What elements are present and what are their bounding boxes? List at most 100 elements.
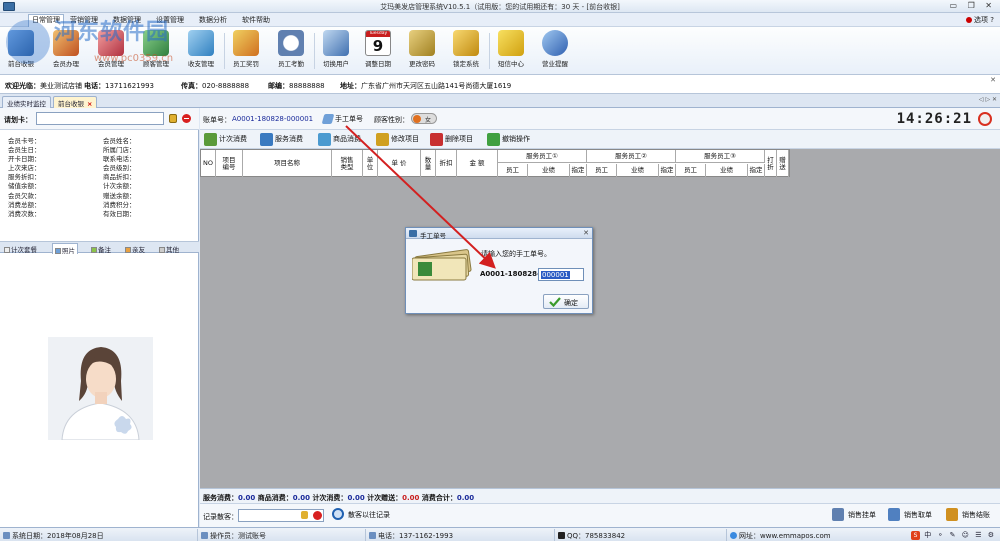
service-consume-button[interactable]: 服务消费	[260, 133, 303, 147]
column-staff-group[interactable]: 服务员工②	[587, 150, 676, 163]
user-icon	[201, 532, 208, 539]
column-gift[interactable]: 赠 送	[777, 150, 789, 177]
column-no[interactable]: NO	[201, 150, 216, 177]
menu-settings[interactable]: 设置管理	[156, 15, 184, 25]
subtab-relatives[interactable]: 亲友	[123, 243, 147, 254]
website[interactable]: 网址：www.emmapos.com	[730, 531, 831, 541]
column-staff-group[interactable]: 服务员工①	[498, 150, 587, 163]
menu-analysis[interactable]: 数据分析	[199, 15, 227, 25]
column-staff-sub[interactable]: 员工	[587, 164, 617, 177]
ribbon-finance-button[interactable]: 收支管理	[184, 29, 218, 73]
ribbon-change-password-button[interactable]: 更改密码	[405, 29, 439, 73]
delete-item-button[interactable]: 删除项目	[430, 133, 473, 147]
undo-button[interactable]: 撤销操作	[487, 133, 530, 147]
ribbon-sms-button[interactable]: 短信中心	[494, 29, 528, 73]
column-staff-sub[interactable]: 指定	[748, 164, 765, 177]
count-consume-icon	[204, 133, 217, 146]
package-icon	[4, 247, 10, 253]
subtab-other[interactable]: 其他	[157, 243, 181, 254]
gender-toggle[interactable]: 女	[411, 113, 437, 124]
column-staff-sub[interactable]: 员工	[498, 164, 528, 177]
ribbon-reminder-button[interactable]: 营业提醒	[538, 29, 572, 73]
options-menu[interactable]: 选项 ?	[966, 15, 994, 25]
total-value: 0.00	[402, 494, 420, 502]
consumption-grid-header: NO 项目 编号 项目名称 销售 类型单 位单 价数 量折扣金 额服务员工① 员工 业绩指…	[200, 149, 790, 177]
lock-icon[interactable]	[301, 511, 308, 519]
ribbon-cashier-button[interactable]: 前台收银	[4, 29, 38, 73]
ribbon-adjust-date-button[interactable]: Tuesday 9 调整日期	[361, 29, 395, 73]
close-icon[interactable]: ✕	[990, 76, 996, 84]
menu-data[interactable]: 数据管理	[113, 15, 141, 25]
member-info-row: 会员生日： 所属门店：	[8, 144, 193, 154]
reward-icon	[233, 30, 259, 56]
column-item-name[interactable]: 项目名称	[243, 150, 332, 177]
column-staff-sub[interactable]: 业绩	[528, 164, 570, 177]
system-tray[interactable]: S 中 ⚬ ✎ ☺ ☰ ⚙	[911, 530, 996, 540]
take-order-button[interactable]: 销售取单	[888, 508, 932, 521]
total-label: 服务消费：	[203, 494, 238, 502]
ribbon-reward-button[interactable]: 员工奖罚	[229, 29, 263, 73]
help-icon[interactable]: ?	[990, 16, 994, 24]
ribbon-switch-user-button[interactable]: 切换用户	[319, 29, 353, 73]
column-sale-type[interactable]: 销售 类型	[332, 150, 363, 177]
column-amount[interactable]: 金 额	[457, 150, 498, 177]
member-field-label: 消费次数：	[8, 209, 41, 218]
subtab-count-package[interactable]: 计次套餐	[2, 243, 39, 254]
ribbon-customer-button[interactable]: 顾客管理	[139, 29, 173, 73]
phone-icon	[369, 532, 376, 539]
edit-item-button[interactable]: 修改项目	[376, 133, 419, 147]
lock-icon[interactable]	[169, 114, 177, 123]
count-consume-button[interactable]: 计次消费	[204, 133, 247, 147]
menu-marketing[interactable]: 营销管理	[70, 15, 98, 25]
clear-icon[interactable]	[313, 511, 322, 520]
ok-button[interactable]: 确定	[543, 294, 589, 309]
card-input[interactable]	[36, 112, 164, 125]
ribbon-member-add-button[interactable]: 会员办理	[49, 29, 83, 73]
tabs-nav-icons[interactable]: ◁ ▷ ✕	[979, 96, 997, 103]
column-print[interactable]: 打 折	[765, 150, 777, 177]
tab-performance-monitor[interactable]: 业绩实时监控	[2, 96, 51, 108]
window-controls[interactable]: ▭ ❐ ✕	[949, 1, 996, 10]
column-staff-sub[interactable]: 业绩	[706, 164, 748, 177]
product-consume-button[interactable]: 商品消费	[318, 133, 361, 147]
ribbon-lock-system-button[interactable]: 锁定系统	[449, 29, 483, 73]
column-staff-group[interactable]: 服务员工③	[676, 150, 765, 163]
column-quantity[interactable]: 数 量	[421, 150, 436, 177]
ribbon-member-manage-button[interactable]: 会员管理	[94, 29, 128, 73]
manual-number-input[interactable]: 000001	[538, 268, 584, 281]
dialog-close-icon[interactable]: ✕	[583, 229, 589, 237]
support-qq: QQ：785833842	[558, 531, 625, 541]
tab-close-icon[interactable]: ×	[87, 100, 92, 108]
tab-front-cashier[interactable]: 前台收银 ×	[53, 96, 98, 108]
column-staff-sub[interactable]: 指定	[659, 164, 676, 177]
reminder-icon	[542, 30, 568, 56]
walkin-input[interactable]	[238, 509, 324, 522]
column-item-code[interactable]: 项目 编号	[216, 150, 243, 177]
column-staff-sub[interactable]: 业绩	[617, 164, 659, 177]
total-label: 消费合计：	[421, 494, 457, 502]
column-unit[interactable]: 单 位	[363, 150, 378, 177]
checkout-button[interactable]: 销售结账	[946, 508, 990, 521]
column-price[interactable]: 单 价	[378, 150, 421, 177]
hang-order-button[interactable]: 销售挂单	[832, 508, 876, 521]
phone-label: 电话：	[84, 82, 105, 90]
subtab-notes[interactable]: 备注	[89, 243, 113, 254]
ribbon-attendance-button[interactable]: 员工考勤	[274, 29, 308, 73]
alarm-clock-icon[interactable]	[978, 112, 992, 126]
manual-number-button[interactable]: 手工单号	[321, 112, 365, 126]
record-bar: 记录散客： 散客以往记录 销售挂单 销售取单 销售结账	[200, 503, 1000, 527]
column-discount[interactable]: 折扣	[436, 150, 457, 177]
fax-label: 传真：	[181, 82, 202, 90]
other-icon	[159, 247, 165, 253]
column-staff-sub[interactable]: 员工	[676, 164, 706, 177]
column-staff-sub[interactable]: 指定	[570, 164, 587, 177]
menu-help[interactable]: 软件帮助	[242, 15, 270, 25]
subtab-photo[interactable]: 照片	[52, 243, 78, 255]
shop-fax: 020-8888888	[202, 82, 250, 90]
manual-number-dialog: 手工单号 ✕ 请输入您的手工单号。 A0001-180828- 000001 确…	[405, 227, 593, 314]
clear-icon[interactable]	[182, 114, 191, 123]
menu-daily[interactable]: 日常管理	[28, 14, 64, 27]
total-value: 0.00	[456, 494, 475, 502]
total-label: 计次消费：	[312, 494, 348, 502]
walkin-history-button[interactable]: 散客以往记录	[332, 508, 390, 520]
